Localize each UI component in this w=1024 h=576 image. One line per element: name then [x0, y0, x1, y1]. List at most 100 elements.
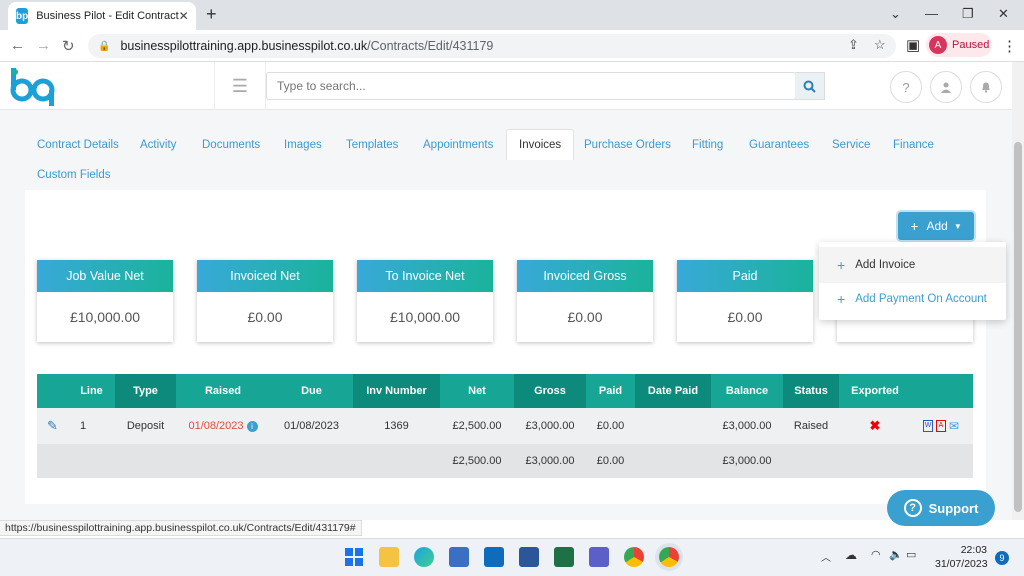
browser-tab[interactable]: bp Business Pilot - Edit Contract ✕	[8, 2, 196, 30]
bp-logo[interactable]	[10, 66, 56, 111]
wifi-icon[interactable]: ◠	[871, 548, 881, 561]
card-title: Job Value Net	[37, 260, 173, 292]
question-icon: ?	[903, 499, 922, 517]
status-url: https://businesspilottraining.app.busine…	[0, 520, 362, 536]
tray-chevron-icon[interactable]: ︿	[821, 549, 831, 564]
profile-button[interactable]: A Paused	[926, 33, 992, 57]
tab-documents[interactable]: Documents	[190, 130, 272, 160]
notification-bell-icon[interactable]	[970, 71, 1002, 103]
plus-icon: +	[837, 257, 846, 273]
search-input[interactable]	[266, 72, 796, 100]
outlook-icon[interactable]	[484, 547, 504, 567]
info-icon[interactable]: i	[246, 420, 258, 432]
new-tab-icon[interactable]: +	[206, 4, 217, 25]
minimize-icon[interactable]: —	[925, 6, 938, 21]
header-paid: Paid	[586, 374, 635, 408]
header-balance: Balance	[711, 374, 783, 408]
total-paid: £0.00	[596, 455, 625, 467]
back-icon[interactable]: ←	[10, 37, 25, 54]
menu-kebab-icon[interactable]: ⋮	[1002, 37, 1017, 55]
tab-finance[interactable]: Finance	[881, 130, 946, 160]
plus-icon: +	[837, 291, 846, 307]
menu-item-label: Add Invoice	[855, 259, 916, 271]
tab-guarantees[interactable]: Guarantees	[737, 130, 821, 160]
chrome-icon[interactable]	[624, 547, 644, 567]
cloud-icon[interactable]: ☁	[845, 548, 857, 562]
tab-appointments[interactable]: Appointments	[411, 130, 505, 160]
user-icon[interactable]	[930, 71, 962, 103]
restore-icon[interactable]: ❐	[962, 6, 974, 22]
header-raised: Raised	[176, 374, 270, 408]
clock-date: 31/07/2023	[935, 558, 988, 570]
word-icon[interactable]	[519, 547, 539, 567]
store-icon[interactable]	[449, 547, 469, 567]
cell-line: 1	[79, 420, 87, 432]
battery-icon[interactable]: ▭	[906, 548, 916, 561]
file-explorer-icon[interactable]	[379, 547, 399, 567]
support-button[interactable]: ? Support	[887, 490, 995, 526]
taskbar-clock[interactable]: 22:03 31/07/2023	[935, 543, 988, 571]
tab-invoices[interactable]: Invoices	[506, 129, 575, 160]
browser-titlebar: bp Business Pilot - Edit Contract ✕ + ⌄ …	[0, 0, 1024, 30]
tab-fitting[interactable]: Fitting	[680, 130, 735, 160]
cell-balance: £3,000.00	[722, 420, 772, 432]
edge-icon[interactable]	[414, 547, 434, 567]
windows-start-icon[interactable]	[344, 547, 364, 567]
menu-item-add-invoice[interactable]: + Add Invoice	[819, 247, 1006, 283]
card-invoiced-gross: Invoiced Gross £0.00	[517, 260, 653, 342]
tab-search-icon[interactable]: ⌄	[890, 6, 901, 22]
share-icon[interactable]: ⇪	[848, 37, 859, 53]
header-due: Due	[270, 374, 353, 408]
card-value: £0.00	[247, 309, 283, 325]
total-net: £2,500.00	[452, 455, 502, 467]
header-edit	[37, 374, 68, 408]
sidepanel-icon[interactable]: ▣	[906, 36, 920, 54]
cell-net: £2,500.00	[452, 420, 502, 432]
profile-status: Paused	[952, 39, 990, 51]
forward-icon[interactable]: →	[36, 37, 51, 54]
cell-type: Deposit	[126, 420, 165, 432]
excel-icon[interactable]	[554, 547, 574, 567]
total-gross: £3,000.00	[525, 455, 575, 467]
scrollbar-thumb[interactable]	[1014, 142, 1022, 512]
windows-taskbar: ︿ ☁ ◠ 🔈 ▭ 9	[0, 538, 1024, 576]
favicon-icon: bp	[16, 8, 29, 24]
tab-custom-fields[interactable]: Custom Fields	[25, 160, 123, 190]
tab-service[interactable]: Service	[820, 130, 882, 160]
edit-pencil-icon[interactable]: ✎	[37, 408, 68, 444]
tab-templates[interactable]: Templates	[334, 130, 410, 160]
header-exported: Exported	[839, 374, 911, 408]
tab-close-icon[interactable]: ✕	[179, 9, 189, 23]
cell-paid: £0.00	[596, 420, 625, 432]
tab-contract-details[interactable]: Contract Details	[25, 130, 131, 160]
window-close-icon[interactable]: ✕	[998, 6, 1009, 22]
add-button[interactable]: + Add ▼	[898, 212, 974, 240]
cell-inv-number: 1369	[384, 420, 409, 432]
menu-item-add-payment-on-account[interactable]: + Add Payment On Account	[819, 281, 1006, 317]
cell-actions: W A ✉	[923, 408, 973, 444]
reload-icon[interactable]: ↻	[62, 37, 75, 55]
card-title: To Invoice Net	[357, 260, 493, 292]
chrome-profile-icon[interactable]	[659, 547, 679, 567]
tab-images[interactable]: Images	[272, 130, 334, 160]
card-paid: Paid £0.00	[677, 260, 813, 342]
header-actions	[911, 374, 973, 408]
card-title: Invoiced Gross	[517, 260, 653, 292]
pdf-icon[interactable]: A	[936, 420, 946, 432]
raised-date: 01/08/2023	[188, 420, 244, 432]
tab-activity[interactable]: Activity	[128, 130, 188, 160]
hamburger-menu-icon[interactable]: ☰	[214, 62, 266, 110]
email-icon[interactable]: ✉	[949, 419, 959, 433]
volume-icon[interactable]: 🔈	[889, 548, 903, 561]
plus-icon: +	[910, 218, 919, 234]
help-icon[interactable]: ?	[890, 71, 922, 103]
bookmark-star-icon[interactable]: ☆	[874, 37, 886, 53]
tab-purchase-orders[interactable]: Purchase Orders	[572, 130, 683, 160]
url-bar[interactable]: 🔒 businesspilottraining.app.businesspilo…	[88, 34, 896, 58]
notification-count-badge[interactable]: 9	[995, 551, 1009, 565]
word-doc-icon[interactable]: W	[923, 420, 933, 432]
search-button[interactable]	[795, 72, 825, 100]
teams-icon[interactable]	[589, 547, 609, 567]
table-row: ✎ 1 Deposit 01/08/2023 i 01/08/2023 1369…	[37, 408, 973, 444]
header-line: Line	[68, 374, 115, 408]
